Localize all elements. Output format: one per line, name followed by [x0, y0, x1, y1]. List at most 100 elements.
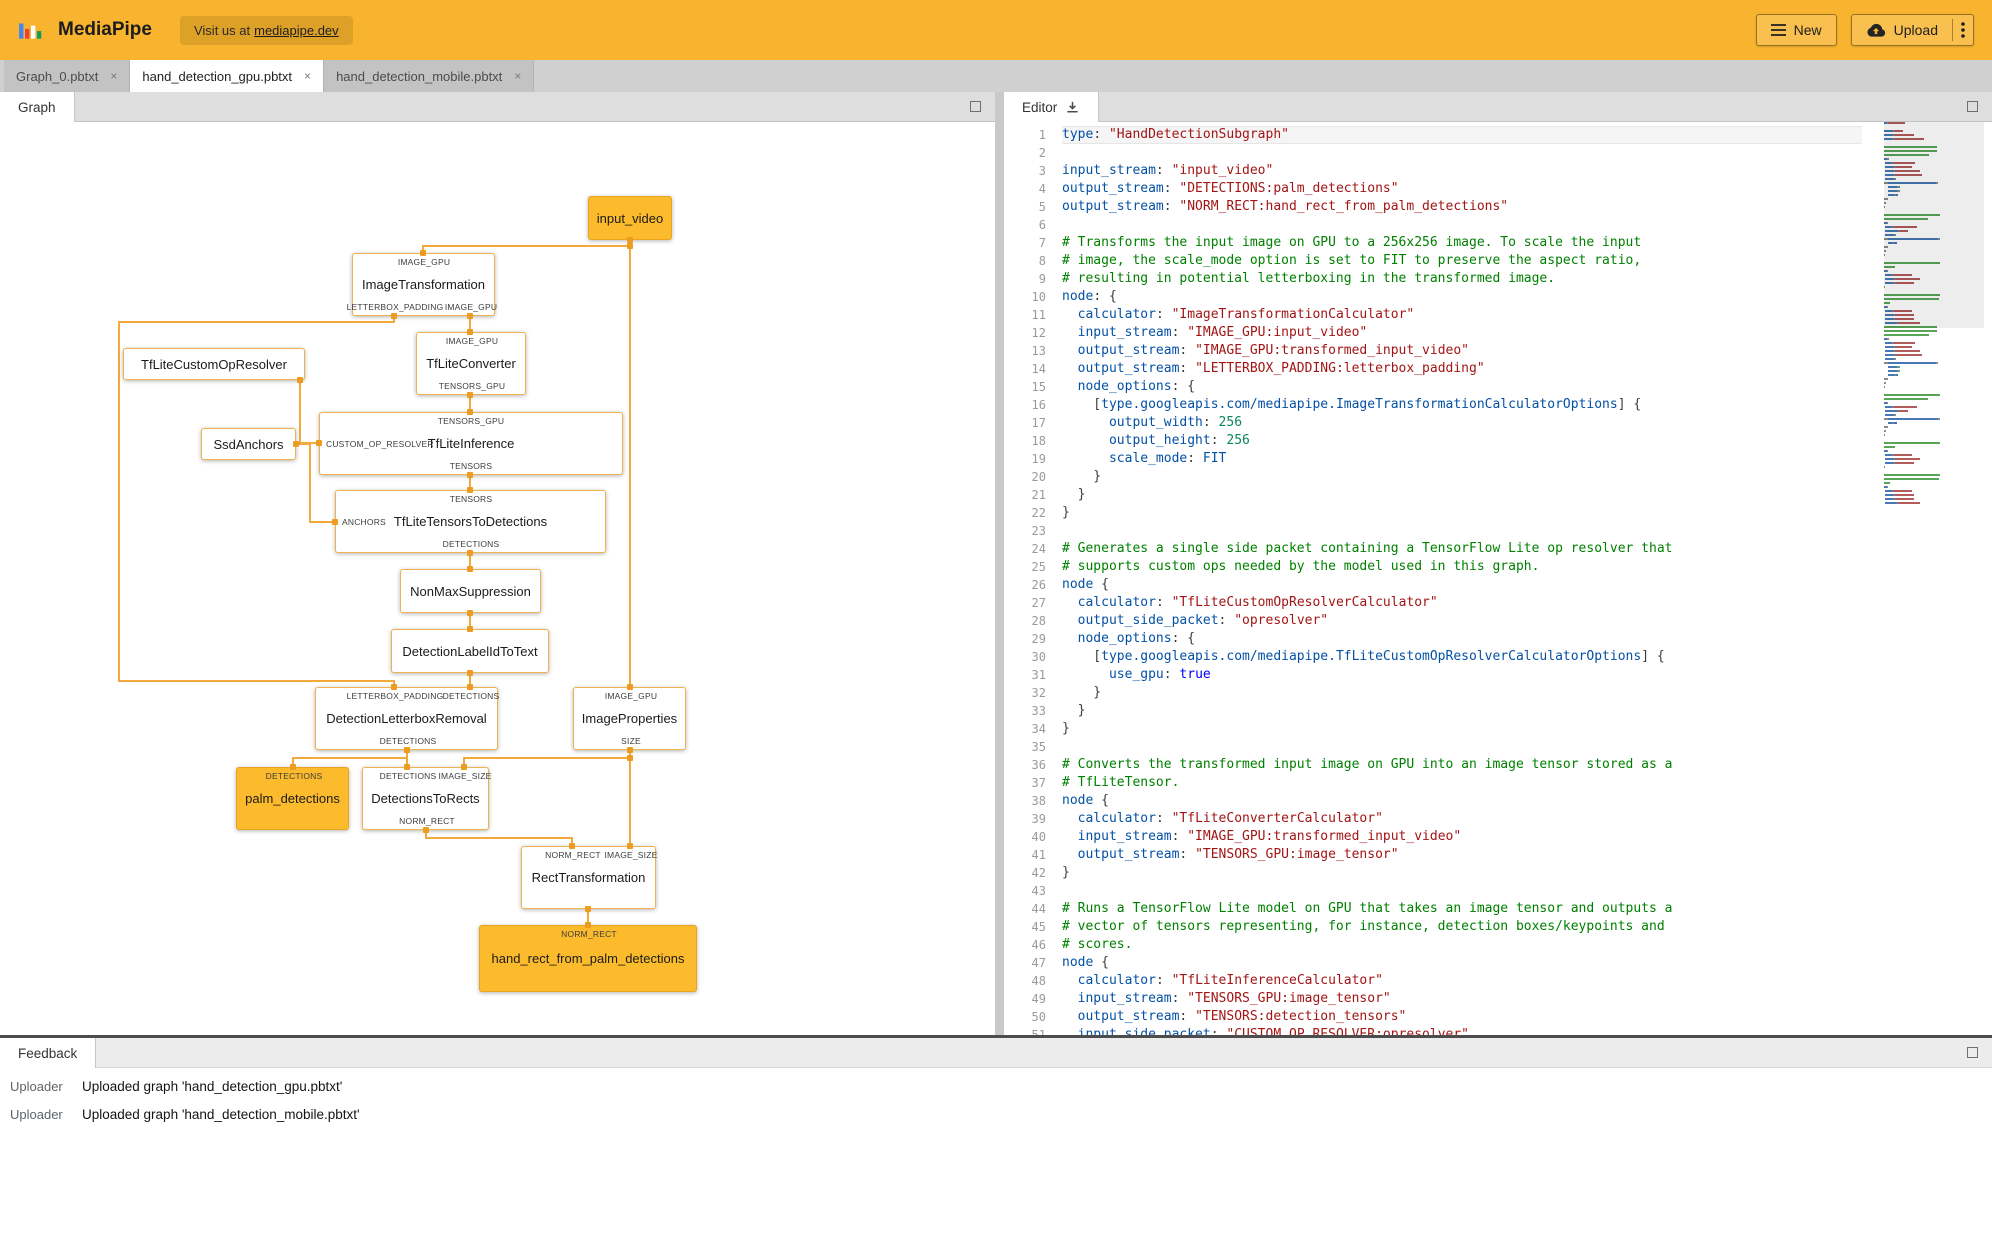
line-number: 5: [1038, 200, 1046, 214]
line-number: 12: [1031, 326, 1046, 340]
feedback-panel-strip: Feedback: [0, 1038, 1992, 1068]
line-number: 39: [1031, 812, 1046, 826]
tab-graph-0[interactable]: Graph_0.pbtxt ×: [4, 60, 131, 92]
minimap-line: [1884, 358, 1984, 360]
tab-close-icon[interactable]: ×: [110, 70, 117, 82]
code-line: }: [1062, 865, 1070, 880]
graph-tab[interactable]: Graph: [0, 92, 75, 122]
upload-button-label: Upload: [1893, 22, 1938, 38]
edge-connector-dot: [467, 550, 473, 556]
edge-connector-dot: [627, 243, 633, 249]
download-icon[interactable]: [1065, 100, 1080, 115]
line-number: 1: [1038, 128, 1046, 142]
feedback-tab[interactable]: Feedback: [0, 1038, 97, 1068]
editor-maximize-icon[interactable]: [1967, 101, 1978, 112]
graph-panel: Graph input_video ImageTransformation IMAG…: [0, 92, 995, 1035]
graph-node-image_properties[interactable]: ImageProperties IMAGE_GPU SIZE: [573, 687, 686, 750]
tab-hand-detection-gpu[interactable]: hand_detection_gpu.pbtxt ×: [130, 60, 325, 92]
feedback-source: Uploader: [10, 1078, 63, 1094]
graph-node-image_transformation[interactable]: ImageTransformation IMAGE_GPU LETTERBOX_PA…: [347, 253, 497, 316]
visit-text: Visit us at: [193, 22, 251, 38]
graph-canvas[interactable]: input_video ImageTransformation IMAGE_GPU L…: [0, 122, 995, 1035]
node-label: TfLiteInference: [427, 436, 515, 451]
visit-link[interactable]: mediapipe.dev: [254, 23, 339, 38]
minimap-line: [1884, 390, 1984, 392]
new-button-label: New: [1793, 22, 1822, 38]
minimap-line: [1884, 462, 1984, 464]
edge-connector-dot: [627, 755, 633, 761]
port-label: DETECTIONS: [379, 771, 437, 781]
graph-node-rect_transformation[interactable]: RectTransformation NORM_RECT IMAGE_SIZE: [521, 846, 657, 909]
feedback-message: Uploaded graph 'hand_detection_mobile.pb…: [82, 1106, 360, 1122]
line-number: 13: [1031, 344, 1046, 358]
port-label: IMAGE_GPU: [445, 336, 499, 346]
code-line: [type.googleapis.com/mediapipe.ImageTran…: [1062, 397, 1642, 412]
visit-badge: Visit us at mediapipe.dev: [179, 15, 353, 45]
minimap-slider[interactable]: [1884, 122, 1984, 328]
graph-node-tflite_converter[interactable]: TfLiteConverter IMAGE_GPU TENSORS_GPU: [416, 332, 526, 395]
line-number: 29: [1031, 632, 1046, 646]
code-editor[interactable]: 1 2 3 4 5 6 7 8 9 10 11 12 13 14 15 16 17 18 19 20 21 22 23 24 2…: [1004, 122, 1992, 1035]
minimap[interactable]: [1884, 122, 1984, 1035]
code-line: # scores.: [1062, 937, 1133, 952]
tab-close-icon[interactable]: ×: [514, 70, 521, 82]
top-bar: MediaPipe Visit us at mediapipe.dev New …: [0, 0, 1992, 60]
node-label: DetectionLetterboxRemoval: [326, 711, 487, 726]
code-line: node {: [1062, 955, 1109, 970]
edge-connector-dot: [585, 922, 591, 928]
port-label: TENSORS: [449, 494, 493, 504]
graph-node-non_max_suppression[interactable]: NonMaxSuppression: [400, 569, 541, 613]
code-line: input_stream: "TENSORS_GPU:image_tensor": [1077, 991, 1391, 1006]
kebab-menu-button[interactable]: [1953, 15, 1973, 45]
code-line: calculator: "TfLiteInferenceCalculator": [1077, 973, 1383, 988]
new-button[interactable]: New: [1755, 14, 1837, 46]
graph-node-detections_to_rects[interactable]: DetectionsToRects DETECTIONS IMAGE_SIZE NOR…: [362, 767, 491, 830]
edge-connector-dot: [467, 409, 473, 415]
code-area[interactable]: type: "HandDetectionSubgraph" input_strea…: [1062, 122, 1862, 1035]
node-label: DetectionsToRects: [371, 791, 480, 806]
graph-node-tflite_inference[interactable]: TfLiteInference TENSORS_GPU TENSORS CUSTOM_…: [319, 412, 623, 475]
tab-hand-detection-mobile[interactable]: hand_detection_mobile.pbtxt ×: [324, 60, 535, 92]
edge-connector-dot: [391, 684, 397, 690]
graph-node-ssd_anchors[interactable]: SsdAnchors: [201, 428, 296, 460]
graph-node-detection_label_id_to_text[interactable]: DetectionLabelIdToText: [391, 629, 549, 673]
mediapipe-logo-icon: [18, 17, 44, 43]
line-number: 44: [1031, 902, 1046, 916]
line-number: 8: [1038, 254, 1046, 268]
minimap-line: [1884, 382, 1984, 384]
line-number: 42: [1031, 866, 1046, 880]
graph-node-tflite_custom_op_resolver[interactable]: TfLiteCustomOpResolver: [123, 348, 305, 380]
graph-node-tflite_tensors_to_detections[interactable]: TfLiteTensorsToDetections TENSORS DETECTIO…: [335, 490, 606, 553]
upload-button[interactable]: Upload: [1852, 15, 1952, 45]
line-number: 10: [1031, 290, 1046, 304]
edge-connector-dot: [585, 906, 591, 912]
graph-node-input_video[interactable]: input_video: [588, 196, 672, 240]
node-label: input_video: [596, 210, 664, 226]
port-label: CUSTOM_OP_RESOLVER: [326, 438, 434, 449]
graph-maximize-icon[interactable]: [970, 101, 981, 112]
edge-segment: [422, 245, 631, 247]
code-line: [type.googleapis.com/mediapipe.TfLiteCus…: [1062, 649, 1665, 664]
code-line: # Converts the transformed input image o…: [1062, 757, 1673, 772]
edge-segment: [425, 837, 573, 839]
line-number: 21: [1031, 488, 1046, 502]
code-line: output_stream: "DETECTIONS:palm_detectio…: [1062, 181, 1399, 196]
port-label: NORM_RECT: [399, 816, 455, 826]
editor-tab[interactable]: Editor: [1004, 92, 1100, 122]
minimap-line: [1884, 482, 1984, 484]
edge-segment: [309, 443, 311, 523]
node-label: TfLiteTensorsToDetections: [393, 514, 548, 529]
graph-node-palm_detections[interactable]: palm_detections DETECTIONS: [236, 767, 349, 830]
minimap-line: [1884, 422, 1984, 424]
code-line: output_width: 256: [1108, 415, 1243, 430]
node-label: RectTransformation: [531, 870, 646, 885]
edge-connector-dot: [467, 566, 473, 572]
code-line: }: [1062, 487, 1086, 502]
graph-node-hand_rect_from_palm_detections[interactable]: hand_rect_from_palm_detections NORM_RECT: [479, 925, 697, 992]
edge-connector-dot: [293, 441, 299, 447]
edge-connector-dot: [391, 313, 397, 319]
feedback-maximize-icon[interactable]: [1967, 1047, 1978, 1058]
graph-node-detection_letterbox_removal[interactable]: DetectionLetterboxRemoval LETTERBOX_PADDI…: [315, 687, 499, 750]
tab-close-icon[interactable]: ×: [304, 70, 311, 82]
